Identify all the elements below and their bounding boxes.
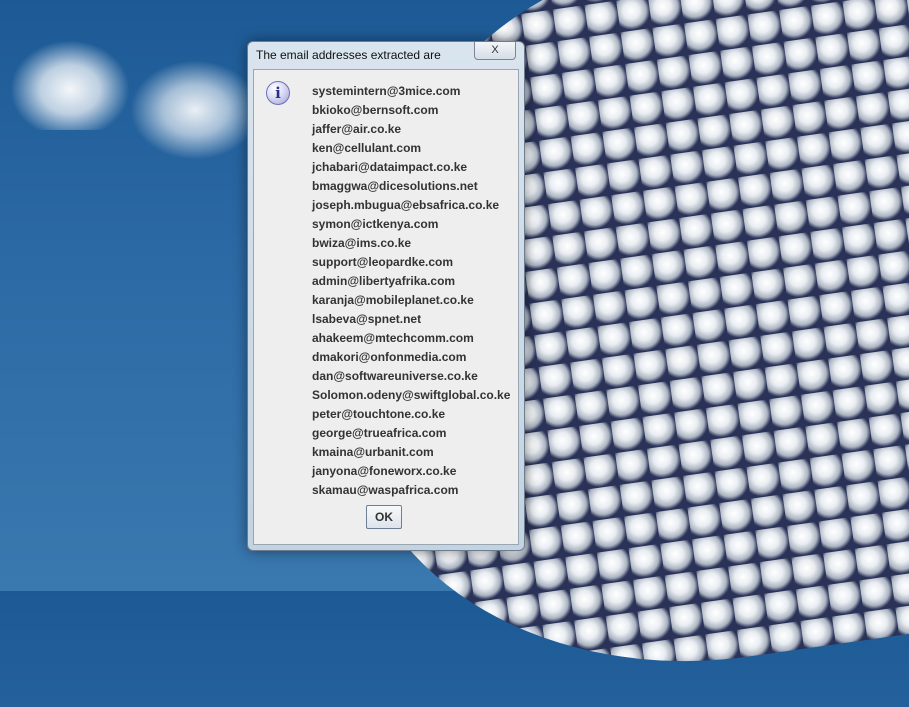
email-item: dmakori@onfonmedia.com — [312, 350, 467, 364]
close-icon: X — [491, 44, 499, 56]
email-item: bmaggwa@dicesolutions.net — [312, 179, 478, 193]
email-item: skamau@waspafrica.com — [312, 483, 459, 497]
email-item: ken@cellulant.com — [312, 141, 422, 155]
cloud — [130, 60, 260, 160]
close-button[interactable]: X — [474, 42, 516, 60]
info-icon: i — [266, 81, 290, 105]
email-item: support@leopardke.com — [312, 255, 454, 269]
email-item: ahakeem@mtechcomm.com — [312, 331, 474, 345]
email-item: peter@touchtone.co.ke — [312, 407, 446, 421]
email-item: bkioko@bernsoft.com — [312, 103, 439, 117]
email-item: dan@softwareuniverse.co.ke — [312, 369, 478, 383]
dialog-titlebar[interactable]: The email addresses extracted are X — [248, 42, 524, 68]
email-item: kmaina@urbanit.com — [312, 445, 434, 459]
dialog-title: The email addresses extracted are — [256, 48, 441, 62]
email-item: systemintern@3mice.com — [312, 84, 461, 98]
email-item: jchabari@dataimpact.co.ke — [312, 160, 468, 174]
cloud — [10, 40, 130, 130]
email-item: george@trueafrica.com — [312, 426, 447, 440]
email-item: Solomon.odeny@swiftglobal.co.ke — [312, 388, 511, 402]
email-item: symon@ictkenya.com — [312, 217, 439, 231]
message-dialog: The email addresses extracted are X i sy… — [247, 41, 525, 551]
ok-button[interactable]: OK — [366, 505, 402, 529]
email-item: karanja@mobileplanet.co.ke — [312, 293, 474, 307]
email-item: joseph.mbugua@ebsafrica.co.ke — [312, 198, 500, 212]
email-item: jaffer@air.co.ke — [312, 122, 402, 136]
email-item: admin@libertyafrika.com — [312, 274, 456, 288]
email-item: janyona@foneworx.co.ke — [312, 464, 457, 478]
email-list: systemintern@3mice.com bkioko@bernsoft.co… — [312, 82, 510, 500]
email-item: bwiza@ims.co.ke — [312, 236, 412, 250]
dialog-content: i systemintern@3mice.com bkioko@bernsoft.… — [253, 69, 519, 545]
email-item: lsabeva@spnet.net — [312, 312, 422, 326]
